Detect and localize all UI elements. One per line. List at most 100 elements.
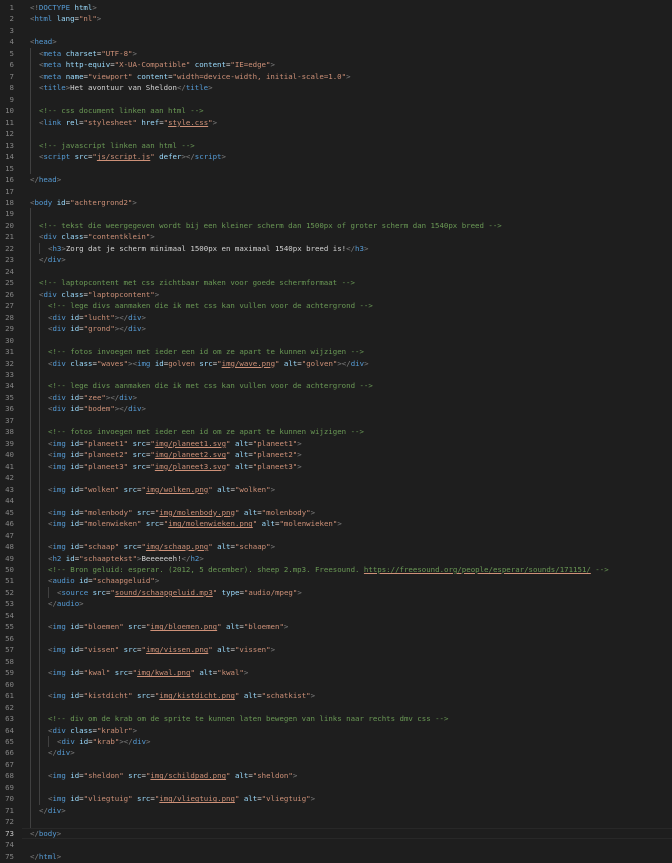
link-token[interactable]: img/schildpad.png — [150, 771, 226, 780]
code-line[interactable]: 51 <audio id="schaapgeluid"> — [0, 575, 672, 587]
code-line[interactable]: 35 <div id="zee"></div> — [0, 391, 672, 404]
code-line[interactable]: 20 <!-- tekst die weergegeven wordt bij e… — [0, 219, 672, 232]
code-line[interactable]: 16 </head> — [0, 174, 672, 185]
code-line[interactable]: 28 <div id="lucht"></div> — [0, 311, 672, 324]
link-token[interactable]: img/wave.png — [222, 359, 275, 368]
link-token[interactable]: js/script.js — [97, 152, 150, 161]
code-line[interactable]: 69 — [0, 781, 672, 794]
code-line[interactable]: 45 <img id="molenbody" src="img/molenbody… — [0, 506, 672, 519]
code-line[interactable]: 70 <img id="vliegtuig" src="img/vliegtuig… — [0, 793, 672, 805]
code-line[interactable]: 64 <div class="krablr"> — [0, 724, 672, 736]
code-line[interactable]: 9 — [0, 93, 672, 106]
code-line[interactable]: 5 <meta charset="UTF-8"> — [0, 47, 672, 60]
code-line[interactable]: 13 <!-- javascript linken aan html --> — [0, 139, 672, 152]
code-line[interactable]: 21 <div class="contentklein"> — [0, 231, 672, 243]
code-line[interactable]: 65 <div id="krab"></div> — [0, 736, 672, 748]
code-line[interactable]: 44 — [0, 495, 672, 507]
code-line[interactable]: 71 </div> — [0, 804, 672, 817]
code-line[interactable]: 53 </audio> — [0, 598, 672, 610]
code-line[interactable]: 31 <!-- fotos invoegen met ieder een id o… — [0, 346, 672, 358]
code-token: alt — [230, 771, 249, 781]
link-token[interactable]: img/molenbody.png — [159, 508, 235, 517]
code-line[interactable]: 55 <img id="bloemen" src="img/bloemen.png… — [0, 621, 672, 633]
code-line[interactable]: 75 </html> — [0, 851, 672, 862]
code-line[interactable]: 56 — [0, 632, 672, 645]
link-token[interactable]: sound/schaapgeluid.mp3 — [115, 588, 213, 597]
code-line[interactable]: 50 <!-- Bron geluid: esperar. (2012, 5 de… — [0, 563, 672, 576]
code-line[interactable]: 25 <!-- laptopcontent met css zichtbaar m… — [0, 277, 672, 289]
code-line[interactable]: 11 <link rel="stylesheet" href="style.css… — [0, 116, 672, 129]
link-token[interactable]: img/vissen.png — [146, 645, 208, 654]
code-line[interactable]: 6 <meta http-equiv="X-UA-Compatible" cont… — [0, 59, 672, 71]
code-line[interactable]: 19 — [0, 208, 672, 220]
code-line[interactable]: 7 <meta name="viewport" content="width=de… — [0, 70, 672, 83]
code-line[interactable]: 67 — [0, 758, 672, 771]
code-token: div — [43, 289, 57, 299]
link-token[interactable]: img/planeet1.svg — [155, 439, 226, 448]
code-line[interactable]: 4 <head> — [0, 36, 672, 47]
code-line[interactable]: 48 <img id="schaap" src="img/schaap.png" … — [0, 541, 672, 553]
code-line[interactable]: 72 — [0, 816, 672, 828]
code-line[interactable]: 34 <!-- lege divs aanmaken die ik met css… — [0, 380, 672, 392]
code-line[interactable]: 63 <!-- div om de krab om de sprite te ku… — [0, 713, 672, 725]
link-token[interactable]: img/schaap.png — [146, 542, 208, 551]
link-token[interactable]: img/wolken.png — [146, 485, 208, 494]
code-line[interactable]: 29 <div id="grond"></div> — [0, 323, 672, 335]
code-line[interactable]: 1 <!DOCTYPE html> — [0, 2, 672, 13]
code-lines[interactable]: 1 <!DOCTYPE html> 2 <html lang="nl"> 3 4 <head… — [0, 2, 672, 862]
code-line[interactable]: 37 — [0, 414, 672, 427]
code-line[interactable]: 40 <img id="planeet2" src="img/planeet2.s… — [0, 449, 672, 461]
code-line[interactable]: 46 <img id="molenwieken" src="img/molenwi… — [0, 518, 672, 530]
code-line[interactable]: 68 <img id="sheldon" src="img/schildpad.p… — [0, 770, 672, 782]
code-editor[interactable]: 1 <!DOCTYPE html> 2 <html lang="nl"> 3 4 <head… — [0, 0, 672, 863]
link-token[interactable]: img/kwal.png — [137, 668, 190, 677]
code-line[interactable]: 33 — [0, 369, 672, 381]
line-number: 75 — [5, 851, 14, 861]
code-line[interactable]: 32 <div class="waves"><img id=golven src=… — [0, 357, 672, 369]
code-line[interactable]: 15 — [0, 162, 672, 175]
link-token[interactable]: img/kistdicht.png — [159, 691, 235, 700]
code-line[interactable]: 8 <title>Het avontuur van Sheldon</title> — [0, 82, 672, 94]
code-line[interactable]: 57 <img id="vissen" src="img/vissen.png" … — [0, 644, 672, 656]
code-line[interactable]: 47 — [0, 529, 672, 542]
link-token[interactable]: style.css — [168, 118, 208, 127]
link-token[interactable]: img/molenwieken.png — [168, 519, 253, 528]
link-token[interactable]: img/vliegtuig.png — [159, 794, 235, 803]
link-token[interactable]: img/planeet3.svg — [155, 462, 226, 471]
code-line[interactable]: 58 — [0, 655, 672, 668]
code-line[interactable]: 73 </body> — [0, 827, 672, 840]
code-line[interactable]: 17 — [0, 186, 672, 197]
code-line[interactable]: 38 <!-- fotos invoegen met ieder een id o… — [0, 426, 672, 438]
code-line[interactable]: 3 — [0, 25, 672, 36]
code-line[interactable]: 23 </div> — [0, 254, 672, 266]
code-line[interactable]: 36 <div id="bodem"></div> — [0, 403, 672, 415]
code-line[interactable]: 26 <div class="laptopcontent"> — [0, 288, 672, 301]
code-line[interactable]: 49 <h2 id="schaaptekst">Beeeeeeh!</h2> — [0, 552, 672, 564]
code-line[interactable]: 39 <img id="planeet1" src="img/planeet1.s… — [0, 437, 672, 450]
code-line[interactable]: 42 — [0, 472, 672, 484]
code-line[interactable]: 60 — [0, 678, 672, 691]
comment-token[interactable]: https://freesound.org/people/esperar/sou… — [364, 565, 591, 574]
code-line[interactable]: 10 <!-- css document linken aan html --> — [0, 105, 672, 117]
code-line[interactable]: 30 — [0, 334, 672, 347]
code-token: </ — [30, 175, 39, 185]
code-line[interactable]: 24 — [0, 265, 672, 278]
code-token: alt — [212, 645, 231, 655]
link-token[interactable]: img/planeet2.svg — [155, 450, 226, 459]
code-line[interactable]: 18 <body id="achtergrond2"> — [0, 197, 672, 208]
code-line[interactable]: 27 <!-- lege divs aanmaken die ik met css… — [0, 300, 672, 312]
code-line[interactable]: 61 <img id="kistdicht" src="img/kistdicht… — [0, 690, 672, 702]
code-line[interactable]: 66 </div> — [0, 747, 672, 759]
code-line[interactable]: 12 — [0, 128, 672, 140]
code-line[interactable]: 52 <source src="sound/schaapgeluid.mp3" t… — [0, 586, 672, 599]
code-line[interactable]: 43 <img id="wolken" src="img/wolken.png" … — [0, 483, 672, 496]
code-line[interactable]: 14 <script src="js/script.js" defer></scr… — [0, 151, 672, 163]
code-line[interactable]: 54 — [0, 609, 672, 622]
code-line[interactable]: 22 <h3>Zorg dat je scherm minimaal 1500px… — [0, 242, 672, 255]
code-line[interactable]: 41 <img id="planeet3" src="img/planeet3.s… — [0, 460, 672, 473]
code-line[interactable]: 2 <html lang="nl"> — [0, 13, 672, 24]
code-line[interactable]: 62 — [0, 701, 672, 714]
code-line[interactable]: 74 — [0, 839, 672, 850]
code-line[interactable]: 59 <img id="kwal" src="img/kwal.png" alt=… — [0, 667, 672, 679]
link-token[interactable]: img/bloemen.png — [150, 622, 217, 631]
